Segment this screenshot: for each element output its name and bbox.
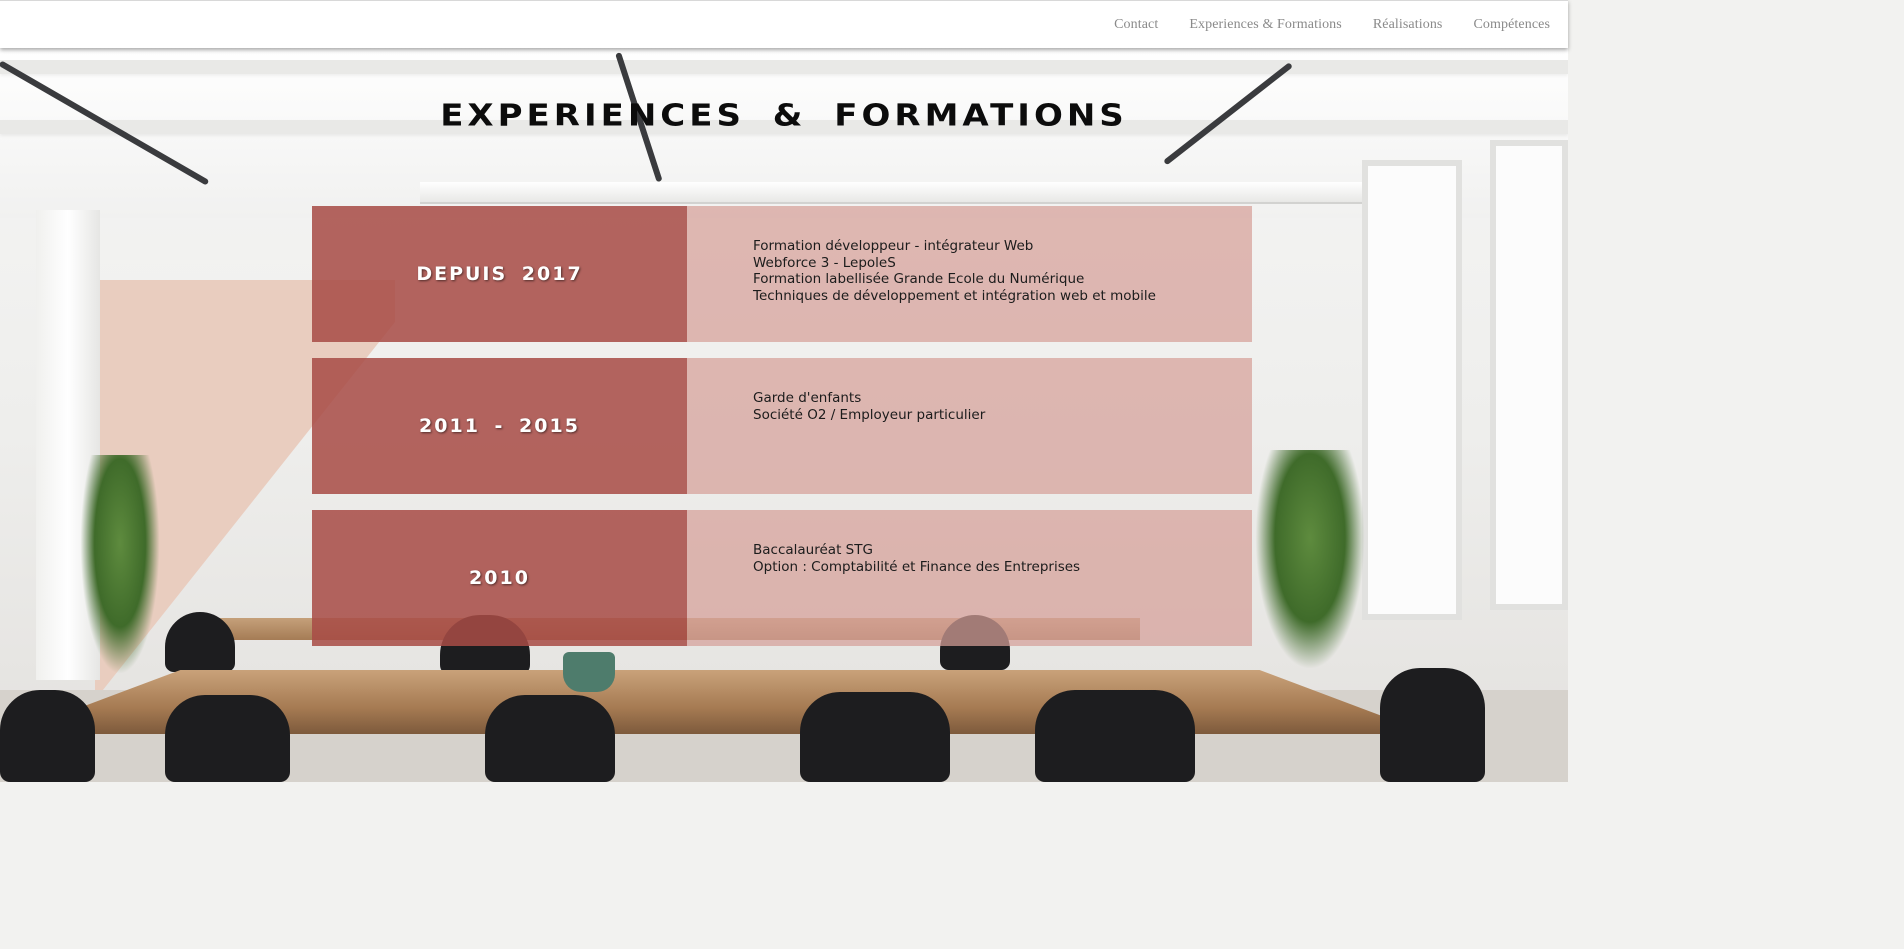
entry-line: Formation labellisée Grande Ecole du Num… [753, 271, 1085, 287]
entry-date-block: 2011 - 2015 [312, 358, 687, 494]
timeline: DEPUIS 2017 Formation développeur - inté… [312, 206, 1252, 662]
ceiling-light [420, 182, 1460, 204]
timeline-entry: 2010 Baccalauréat STG Option : Comptabil… [312, 510, 1252, 646]
entry-date: 2010 [469, 567, 530, 589]
entry-date: 2011 - 2015 [419, 415, 580, 437]
timeline-entry: DEPUIS 2017 Formation développeur - inté… [312, 206, 1252, 342]
chair [165, 695, 290, 782]
entry-date-block: DEPUIS 2017 [312, 206, 687, 342]
nav-link-realisations[interactable]: Réalisations [1373, 17, 1443, 33]
chair [1380, 668, 1485, 782]
timeline-entry: 2011 - 2015 Garde d'enfants Société O2 /… [312, 358, 1252, 494]
chair [1035, 690, 1195, 782]
entry-line: Techniques de développement et intégrati… [753, 287, 1156, 304]
top-navbar: Contact Experiences & Formations Réalisa… [0, 0, 1568, 48]
chair [485, 695, 615, 782]
nav-menu: Contact Experiences & Formations Réalisa… [1114, 1, 1550, 49]
plant [1255, 450, 1365, 670]
entry-date-block: 2010 [312, 510, 687, 646]
entry-line: Garde d'enfants [753, 390, 862, 406]
window [1490, 140, 1568, 610]
entry-description: Garde d'enfants Société O2 / Employeur p… [687, 358, 1252, 494]
page-title-wrapper: EXPERIENCES & FORMATIONS [0, 96, 1568, 136]
nav-link-contact[interactable]: Contact [1114, 17, 1158, 33]
entry-line: Société O2 / Employeur particulier [753, 406, 986, 423]
entry-line: Baccalauréat STG [753, 542, 873, 558]
entry-description: Formation développeur - intégrateur Web … [687, 206, 1252, 342]
window [1362, 160, 1462, 620]
nav-link-competences[interactable]: Compétences [1473, 17, 1550, 33]
entry-line: Formation développeur - intégrateur Web [753, 238, 1034, 254]
ceiling-beam [0, 60, 1568, 74]
chair [800, 692, 950, 782]
entry-date: DEPUIS 2017 [416, 263, 583, 285]
entry-line: Webforce 3 - LepoleS [753, 254, 896, 271]
chair [0, 690, 95, 782]
entry-line: Option : Comptabilité et Finance des Ent… [753, 558, 1081, 575]
entry-description: Baccalauréat STG Option : Comptabilité e… [687, 510, 1252, 646]
nav-link-experiences-formations[interactable]: Experiences & Formations [1189, 17, 1341, 33]
plant [80, 455, 160, 675]
page-title: EXPERIENCES & FORMATIONS [440, 98, 1128, 134]
